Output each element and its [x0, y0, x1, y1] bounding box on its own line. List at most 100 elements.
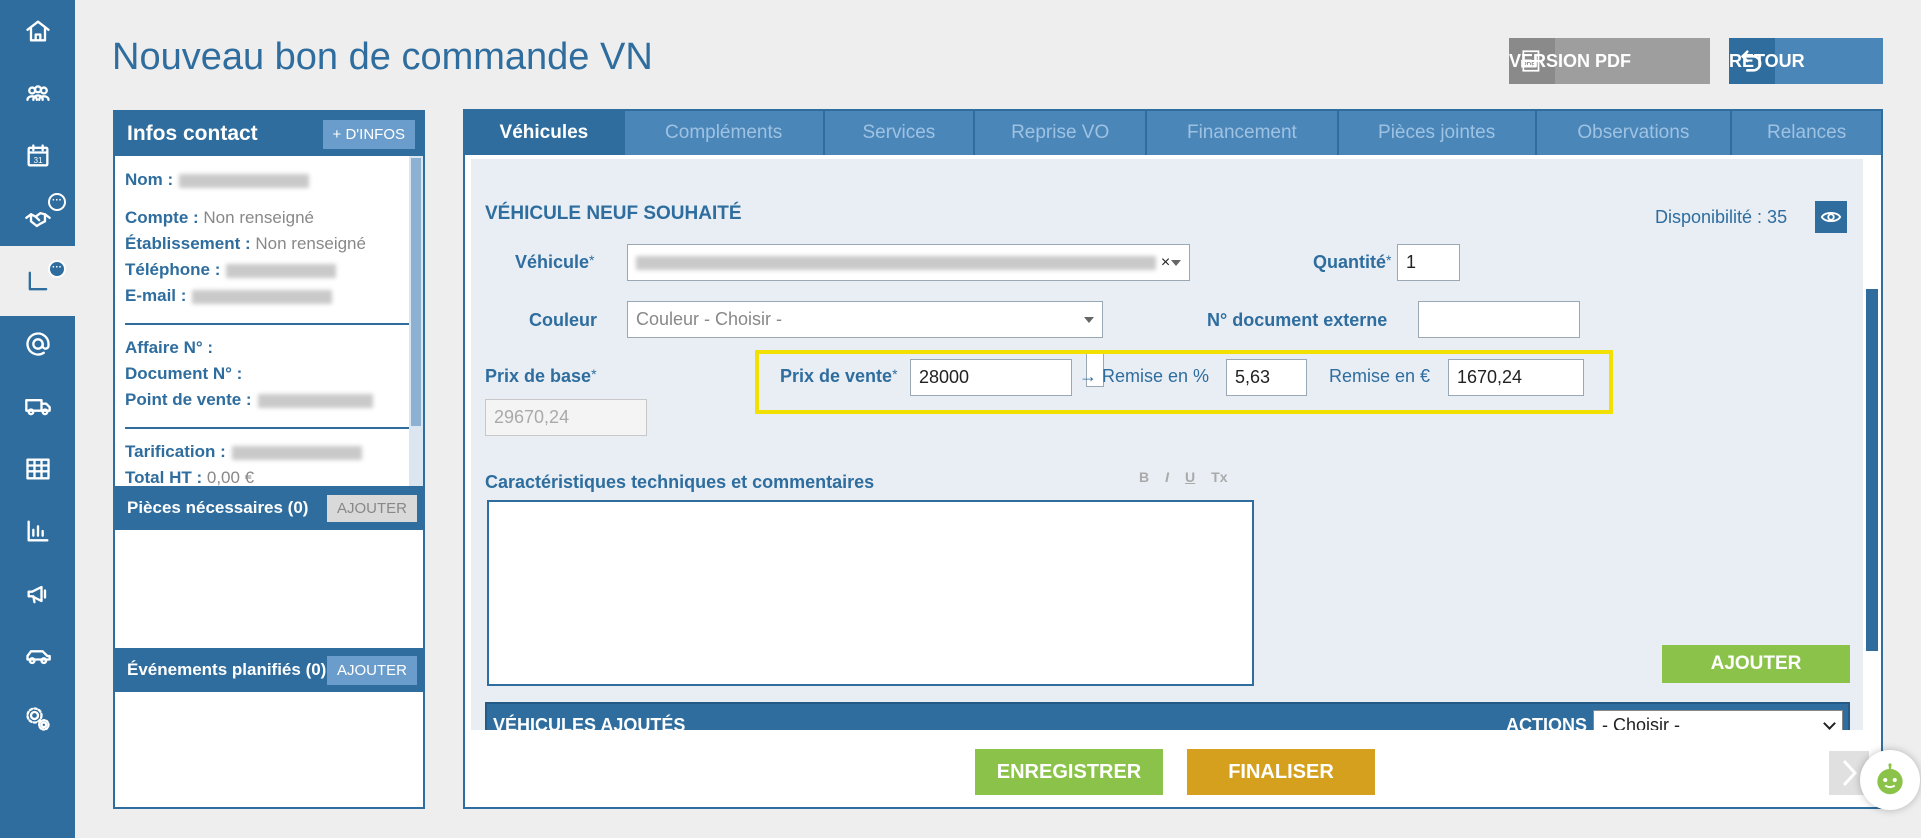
blurred-value: [636, 255, 1156, 270]
retour-button[interactable]: RETOUR: [1729, 38, 1883, 84]
blurred-value: [257, 393, 373, 408]
tab-financement[interactable]: Financement: [1147, 111, 1339, 155]
required-mark: *: [589, 252, 595, 268]
nav-affaires[interactable]: ···: [0, 193, 75, 245]
actions-select[interactable]: - Choisir -: [1593, 710, 1843, 730]
main-scrollbar[interactable]: [1863, 155, 1881, 733]
vehicule-label-text: Véhicule: [515, 252, 590, 272]
tab-observations[interactable]: Observations: [1537, 111, 1733, 155]
couleur-select[interactable]: Couleur - Choisir -: [627, 301, 1103, 338]
compte-value: Non renseigné: [203, 208, 314, 227]
tab-pieces-jointes[interactable]: Pièces jointes: [1339, 111, 1537, 155]
enregistrer-button[interactable]: ENREGISTRER: [975, 749, 1163, 795]
version-pdf-label: VERSION PDF: [1509, 50, 1632, 71]
divider: [125, 323, 410, 325]
nav-email[interactable]: [0, 318, 75, 370]
blurred-value: [179, 173, 310, 188]
contact-email: E-mail :: [125, 286, 333, 306]
bold-button[interactable]: B: [1139, 469, 1149, 485]
retour-label: RETOUR: [1729, 50, 1805, 71]
nav-parametres[interactable]: [0, 693, 75, 745]
etablissement-value: Non renseigné: [255, 234, 366, 253]
contact-point-de-vente: Point de vente :: [125, 390, 373, 410]
contact-nom: Nom :: [125, 170, 310, 190]
remise-eur-input[interactable]: 1670,24: [1448, 359, 1584, 396]
email-label: E-mail :: [125, 286, 187, 305]
order-form-panel: Véhicules Compléments Services Reprise V…: [463, 109, 1883, 809]
tab-vehicules[interactable]: Véhicules: [465, 111, 625, 155]
tab-services[interactable]: Services: [825, 111, 976, 155]
nav-contacts[interactable]: [0, 68, 75, 120]
contact-panel-title: Infos contact: [127, 122, 258, 145]
truck-icon: [24, 399, 51, 416]
eye-icon: [1820, 211, 1842, 223]
tab-reprise-vo[interactable]: Reprise VO: [975, 111, 1148, 155]
version-pdf-button[interactable]: PDF VERSION PDF: [1509, 38, 1710, 84]
nav-marketing[interactable]: [0, 568, 75, 620]
required-mark: *: [892, 366, 898, 382]
quantite-input[interactable]: 1: [1397, 244, 1460, 281]
prix-vente-input[interactable]: 28000: [910, 359, 1072, 396]
more-info-button[interactable]: + D'INFOS: [322, 119, 415, 149]
chatbot-button[interactable]: [1860, 750, 1920, 810]
contact-etablissement: Établissement : Non renseigné: [125, 234, 366, 254]
doc-externe-input[interactable]: [1418, 301, 1580, 338]
view-availability-button[interactable]: [1815, 201, 1847, 233]
total-ht-label: Total HT :: [125, 468, 203, 486]
telephone-label: Téléphone :: [125, 260, 221, 279]
tab-complements[interactable]: Compléments: [625, 111, 825, 155]
divider: [125, 427, 410, 429]
caracteristiques-label: Caractéristiques techniques et commentai…: [485, 472, 875, 492]
home-icon: [25, 20, 50, 42]
chevron-down-icon: [1823, 716, 1836, 730]
caracteristiques-editor[interactable]: [487, 500, 1254, 686]
car-icon: [25, 650, 51, 665]
nav-agenda[interactable]: 31: [0, 130, 75, 182]
nav-vehicules[interactable]: [0, 630, 75, 682]
affaire-label: Affaire N° :: [125, 338, 214, 357]
prix-vente-label: Prix de vente*: [780, 366, 898, 387]
add-vehicle-button[interactable]: AJOUTER: [1662, 645, 1850, 683]
underline-button[interactable]: U: [1185, 469, 1195, 485]
bar-chart-icon: [27, 520, 48, 542]
events-title: Événements planifiés (0): [127, 660, 327, 679]
settings-icon: [25, 707, 50, 731]
contact-scrollbar[interactable]: [409, 156, 423, 486]
document-label: Document N° :: [125, 364, 243, 383]
svg-text:31: 31: [33, 156, 43, 165]
calendar-icon: 31: [27, 144, 48, 167]
blurred-value: [231, 445, 362, 460]
handshake-icon: [24, 212, 51, 228]
nav-statistiques[interactable]: [0, 505, 75, 557]
remise-pct-input[interactable]: 5,63: [1226, 359, 1307, 396]
chevron-right-icon: [1842, 759, 1858, 787]
finaliser-button[interactable]: FINALISER: [1187, 749, 1375, 795]
scrollbar-thumb[interactable]: [1866, 289, 1878, 651]
dropdown-caret-icon: [1171, 259, 1181, 266]
clear-icon[interactable]: ×: [1161, 254, 1170, 272]
couleur-label: Couleur: [529, 310, 598, 330]
nav-tableaux[interactable]: [0, 443, 75, 495]
add-piece-button[interactable]: AJOUTER: [326, 494, 417, 522]
nav-livraison[interactable]: [0, 380, 75, 432]
italic-button[interactable]: I: [1165, 469, 1169, 485]
clear-format-button[interactable]: Tx: [1211, 469, 1227, 485]
vehicule-select[interactable]: ×: [627, 244, 1190, 281]
tab-relances[interactable]: Relances: [1732, 111, 1881, 155]
total-ht-value: 0,00 €: [206, 468, 255, 486]
add-event-button[interactable]: AJOUTER: [326, 655, 417, 685]
section-title: VÉHICULE NEUF SOUHAITÉ: [485, 203, 742, 224]
sidebar-nav: 31 ··· ···: [0, 0, 75, 838]
contact-telephone: Téléphone :: [125, 260, 337, 280]
vehicule-label: Véhicule*: [515, 252, 594, 273]
contact-affaire: Affaire N° :: [125, 338, 213, 358]
page-title: Nouveau bon de commande VN: [112, 36, 653, 78]
required-mark: *: [591, 366, 597, 382]
scrollbar-thumb[interactable]: [411, 158, 421, 426]
nav-suivi[interactable]: ···: [0, 246, 75, 316]
blurred-value: [226, 263, 337, 278]
point-de-vente-label: Point de vente :: [125, 390, 252, 409]
nav-home[interactable]: [0, 5, 75, 57]
added-vehicles-header: VÉHICULES AJOUTÉS ACTIONS - Choisir -: [485, 702, 1850, 730]
notification-badge: ···: [48, 260, 66, 278]
